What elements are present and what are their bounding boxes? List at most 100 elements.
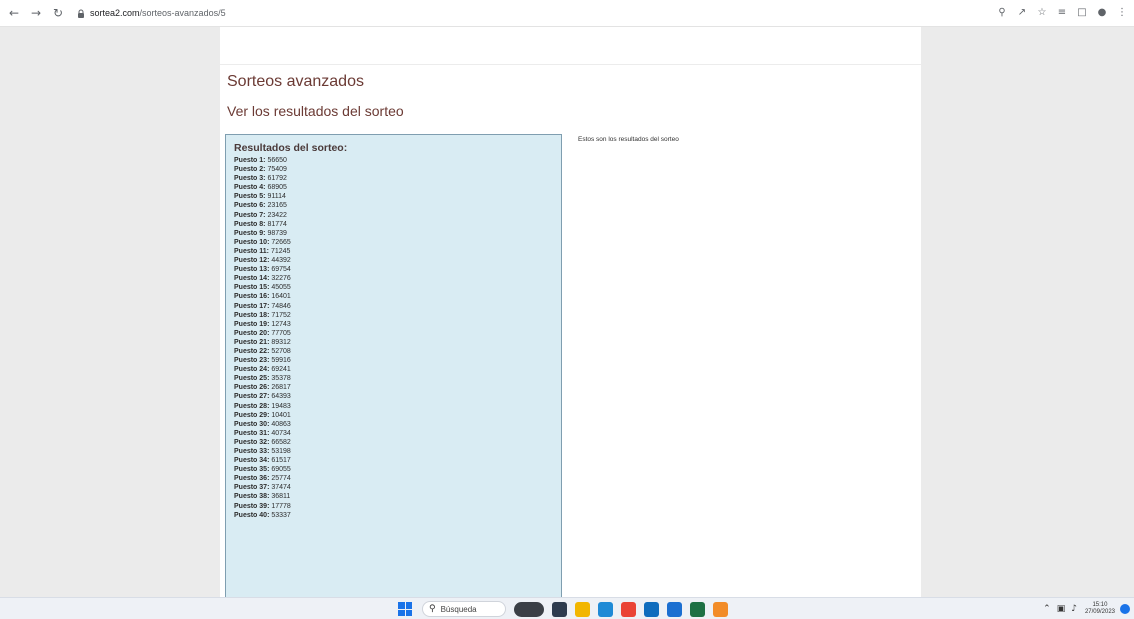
volume-icon[interactable]: ♪ [1071, 604, 1077, 614]
result-item: Puesto 26: 26817 [234, 383, 561, 392]
share-icon[interactable]: ↗ [1014, 5, 1030, 21]
taskbar: ⚲ Búsqueda ⌃ ▣ ♪ 15:10 27/09/2023 [0, 597, 1134, 619]
result-value: 52708 [271, 347, 291, 355]
url-text: sortea2.com/sorteos-avanzados/5 [90, 8, 226, 18]
chevron-up-icon[interactable]: ⌃ [1043, 604, 1051, 614]
profile-icon[interactable]: ● [1094, 5, 1110, 21]
result-label: Puesto 27: [234, 393, 270, 401]
result-label: Puesto 31: [234, 429, 270, 437]
taskbar-app-explorer-icon[interactable] [575, 601, 590, 617]
result-item: Puesto 31: 40734 [234, 429, 561, 438]
result-label: Puesto 1: [234, 157, 266, 164]
url-path: /sorteos-avanzados/5 [139, 8, 226, 18]
lock-icon [76, 8, 86, 18]
result-item: Puesto 19: 12743 [234, 320, 561, 329]
result-item: Puesto 6: 23165 [234, 201, 561, 210]
result-label: Puesto 2: [234, 166, 266, 174]
results-note: Estos son los resultados del sorteo [578, 136, 679, 143]
result-item: Puesto 3: 61792 [234, 174, 561, 183]
display-icon[interactable]: ▣ [1057, 604, 1066, 614]
result-value: 37474 [271, 484, 291, 492]
taskbar-app-chrome-icon[interactable] [621, 601, 636, 617]
result-label: Puesto 11: [234, 247, 270, 255]
result-value: 77705 [271, 329, 291, 337]
result-item: Puesto 27: 64393 [234, 392, 561, 401]
result-label: Puesto 5: [234, 193, 266, 201]
result-value: 74846 [271, 302, 291, 310]
result-value: 71752 [271, 311, 291, 319]
result-item: Puesto 37: 37474 [234, 483, 561, 492]
notification-icon[interactable] [1120, 604, 1130, 614]
result-label: Puesto 12: [234, 257, 270, 265]
result-label: Puesto 29: [234, 411, 270, 419]
result-item: Puesto 15: 45055 [234, 283, 561, 292]
result-item: Puesto 33: 53198 [234, 447, 561, 456]
result-item: Puesto 39: 17778 [234, 502, 561, 511]
reload-icon[interactable]: ↻ [50, 5, 66, 21]
back-icon[interactable]: ← [6, 5, 22, 21]
result-value: 66582 [271, 438, 291, 446]
zoom-icon[interactable]: ⚲ [994, 5, 1010, 21]
result-value: 61792 [267, 175, 287, 183]
result-item: Puesto 32: 66582 [234, 438, 561, 447]
result-label: Puesto 33: [234, 448, 270, 455]
forward-icon[interactable]: → [28, 5, 44, 21]
taskbar-app-outlook-icon[interactable] [644, 601, 659, 617]
result-value: 36811 [271, 493, 291, 501]
taskbar-app-cloud-icon[interactable] [514, 601, 544, 617]
result-label: Puesto 23: [234, 357, 270, 365]
result-item: Puesto 22: 52708 [234, 347, 561, 356]
result-item: Puesto 1: 56650 [234, 156, 561, 165]
browser-toolbar: ← → ↻ sortea2.com/sorteos-avanzados/5 ⚲ … [0, 0, 1134, 27]
result-item: Puesto 20: 77705 [234, 329, 561, 338]
result-label: Puesto 10: [234, 238, 270, 246]
result-value: 68905 [267, 184, 287, 192]
result-label: Puesto 40: [234, 511, 270, 519]
reading-list-icon[interactable]: ≡ [1054, 5, 1070, 21]
page-title: Sorteos avanzados [227, 73, 364, 90]
taskbar-app-files-icon[interactable] [552, 601, 567, 617]
result-value: 16401 [271, 293, 291, 301]
result-item: Puesto 28: 19483 [234, 402, 561, 411]
result-value: 19483 [271, 402, 291, 410]
results-list: Puesto 1: 56650 Puesto 2: 75409 Puesto 3: … [226, 156, 561, 529]
taskbar-app-misc-icon[interactable] [713, 601, 728, 617]
result-value: 44392 [271, 257, 291, 265]
result-label: Puesto 36: [234, 475, 270, 483]
result-label: Puesto 32: [234, 438, 270, 446]
taskbar-search[interactable]: ⚲ Búsqueda [422, 601, 506, 617]
result-value: 59916 [271, 357, 291, 365]
result-label: Puesto 24: [234, 366, 270, 374]
windows-start-icon[interactable] [398, 602, 412, 616]
result-item: Puesto 38: 36811 [234, 492, 561, 501]
result-value: 98739 [267, 229, 287, 237]
address-bar[interactable]: sortea2.com/sorteos-avanzados/5 [76, 4, 226, 22]
bookmark-star-icon[interactable]: ☆ [1034, 5, 1050, 21]
result-label: Puesto 6: [234, 202, 266, 210]
result-item: Puesto 34: 61517 [234, 456, 561, 465]
page-header-band [220, 27, 921, 65]
taskbar-app-excel-icon[interactable] [690, 601, 705, 617]
result-label: Puesto 30: [234, 420, 270, 428]
result-label: Puesto 7: [234, 211, 266, 219]
search-icon: ⚲ [429, 604, 436, 614]
clock[interactable]: 15:10 27/09/2023 [1085, 602, 1115, 616]
result-label: Puesto 37: [234, 484, 270, 492]
result-item: Puesto 11: 71245 [234, 247, 561, 256]
result-value: 35378 [271, 375, 291, 383]
result-label: Puesto 8: [234, 220, 266, 228]
result-label: Puesto 19: [234, 320, 270, 328]
result-value: 17778 [271, 502, 291, 510]
result-item: Puesto 7: 23422 [234, 211, 561, 220]
result-value: 40863 [271, 420, 291, 428]
result-value: 81774 [267, 220, 287, 228]
result-value: 53198 [271, 448, 291, 455]
result-item: Puesto 25: 35378 [234, 374, 561, 383]
result-value: 61517 [271, 457, 291, 465]
side-panel-icon[interactable]: □ [1074, 5, 1090, 21]
menu-icon[interactable]: ⋮ [1114, 5, 1130, 21]
taskbar-app-edge-icon[interactable] [598, 601, 613, 617]
result-value: 23422 [267, 211, 287, 219]
result-label: Puesto 17: [234, 302, 270, 310]
taskbar-app-mail-icon[interactable] [667, 601, 682, 617]
